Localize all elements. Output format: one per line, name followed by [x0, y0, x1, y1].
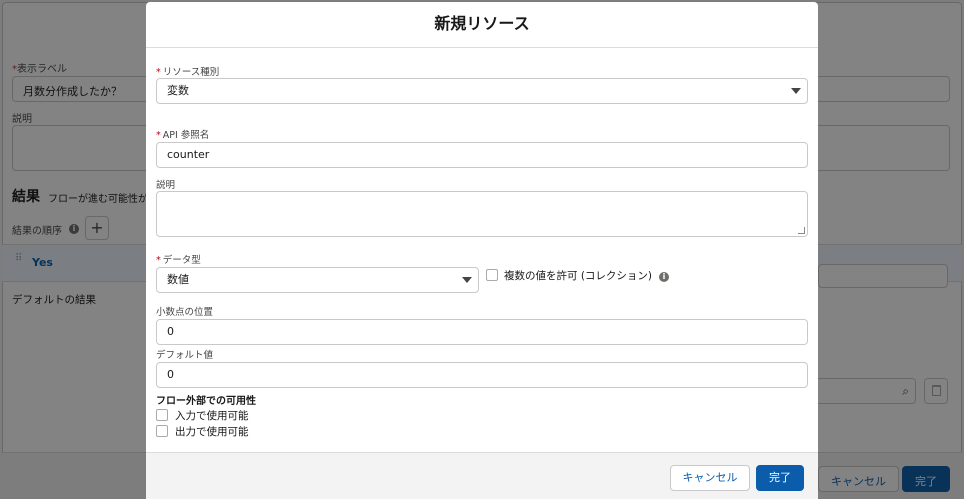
available-input-label[interactable]: 入力で使用可能: [175, 408, 249, 423]
data-type-label: * データ型: [156, 255, 201, 266]
modal-header: 新規リソース: [146, 2, 818, 48]
api-name-label: * API 参照名: [156, 130, 210, 141]
resource-type-label: * リソース種別: [156, 67, 220, 78]
info-icon[interactable]: i: [659, 272, 669, 282]
default-value-input[interactable]: 0: [156, 362, 808, 388]
description-label: 説明: [156, 180, 176, 191]
data-type-value: 数値: [167, 273, 189, 286]
cancel-button[interactable]: キャンセル: [670, 465, 750, 491]
new-resource-modal: 新規リソース * リソース種別 変数 * API 参照名 counter 説明 * デ…: [146, 2, 818, 499]
available-output-label[interactable]: 出力で使用可能: [175, 424, 249, 439]
availability-title: フロー外部での可用性: [156, 396, 256, 407]
decimal-places-input[interactable]: 0: [156, 319, 808, 345]
allow-multiple-label[interactable]: 複数の値を許可 (コレクション): [504, 268, 652, 283]
done-button[interactable]: 完了: [756, 465, 804, 491]
description-textarea[interactable]: [156, 191, 808, 237]
decimal-places-label: 小数点の位置: [156, 307, 214, 318]
available-input-checkbox[interactable]: [156, 409, 168, 421]
chevron-down-icon: [791, 88, 801, 94]
modal-footer: キャンセル 完了: [146, 452, 818, 499]
chevron-down-icon: [462, 277, 472, 283]
data-type-select[interactable]: 数値: [156, 267, 479, 293]
resource-type-select[interactable]: 変数: [156, 78, 808, 104]
available-output-checkbox[interactable]: [156, 425, 168, 437]
modal-title: 新規リソース: [434, 14, 530, 33]
resize-handle-icon[interactable]: [798, 227, 805, 234]
default-value-label: デフォルト値: [156, 350, 214, 361]
resource-type-value: 変数: [167, 84, 189, 97]
allow-multiple-checkbox[interactable]: [486, 269, 498, 281]
api-name-input[interactable]: counter: [156, 142, 808, 168]
